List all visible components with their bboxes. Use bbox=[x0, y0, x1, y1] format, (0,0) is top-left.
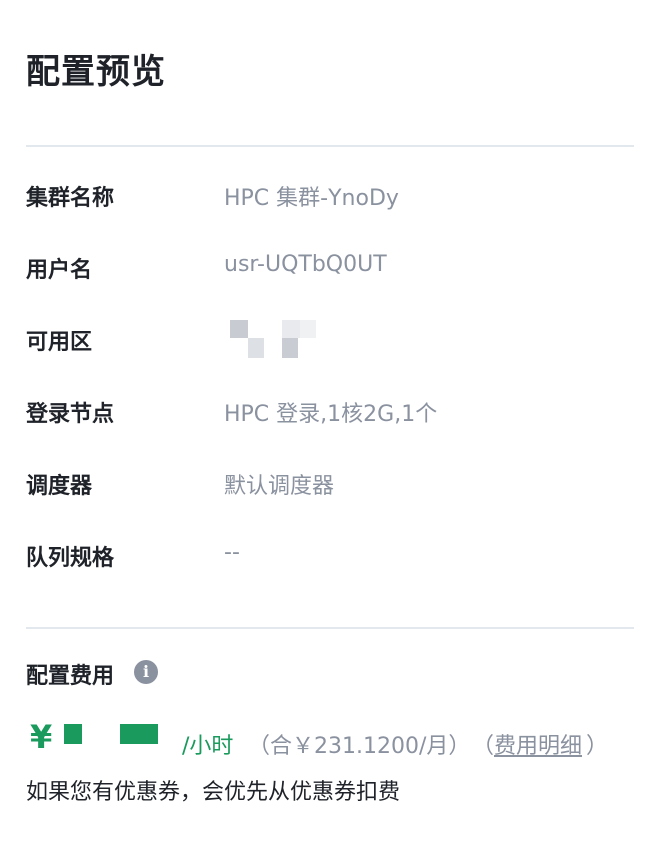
value-scheduler: 默认调度器 bbox=[224, 474, 335, 499]
value-queue-spec: -- bbox=[224, 540, 240, 565]
row-login-node: 登录节点 HPC 登录,1核2G,1个 bbox=[26, 388, 634, 428]
row-cluster-name: 集群名称 HPC 集群-YnoDy bbox=[26, 172, 634, 212]
value-username: usr-UQTbQ0UT bbox=[224, 252, 387, 277]
page-title: 配置预览 bbox=[26, 52, 166, 92]
info-icon[interactable]: i bbox=[134, 660, 158, 684]
currency-symbol: ¥ bbox=[30, 718, 53, 756]
price-line: ¥ /小时 （合￥231.1200/月） （ 费用明细 ） bbox=[26, 718, 646, 762]
label-username: 用户名 bbox=[26, 258, 93, 283]
row-availability-zone: 可用区 bbox=[26, 316, 634, 358]
row-queue-spec: 队列规格 -- bbox=[26, 532, 634, 572]
fee-title: 配置费用 bbox=[26, 664, 115, 689]
per-hour-unit: /小时 bbox=[182, 734, 234, 759]
label-queue-spec: 队列规格 bbox=[26, 546, 115, 571]
monthly-price: （合￥231.1200/月） bbox=[248, 734, 471, 759]
label-login-node: 登录节点 bbox=[26, 402, 115, 427]
detail-close-paren: ） bbox=[586, 734, 609, 759]
label-scheduler: 调度器 bbox=[26, 474, 93, 499]
label-cluster-name: 集群名称 bbox=[26, 186, 115, 211]
value-cluster-name: HPC 集群-YnoDy bbox=[224, 186, 399, 211]
redacted-price-digit bbox=[64, 724, 82, 744]
value-login-node: HPC 登录,1核2G,1个 bbox=[224, 402, 438, 427]
row-username: 用户名 usr-UQTbQ0UT bbox=[26, 244, 634, 284]
divider bbox=[26, 145, 634, 147]
coupon-note: 如果您有优惠券，会优先从优惠券扣费 bbox=[26, 780, 401, 805]
redacted-zone-value bbox=[230, 320, 320, 364]
fee-detail-link[interactable]: 费用明细 bbox=[494, 728, 582, 760]
redacted-price-digit bbox=[120, 724, 158, 744]
row-scheduler: 调度器 默认调度器 bbox=[26, 460, 634, 500]
detail-open-paren: （ bbox=[472, 734, 495, 759]
divider bbox=[26, 627, 634, 629]
label-availability-zone: 可用区 bbox=[26, 330, 93, 355]
